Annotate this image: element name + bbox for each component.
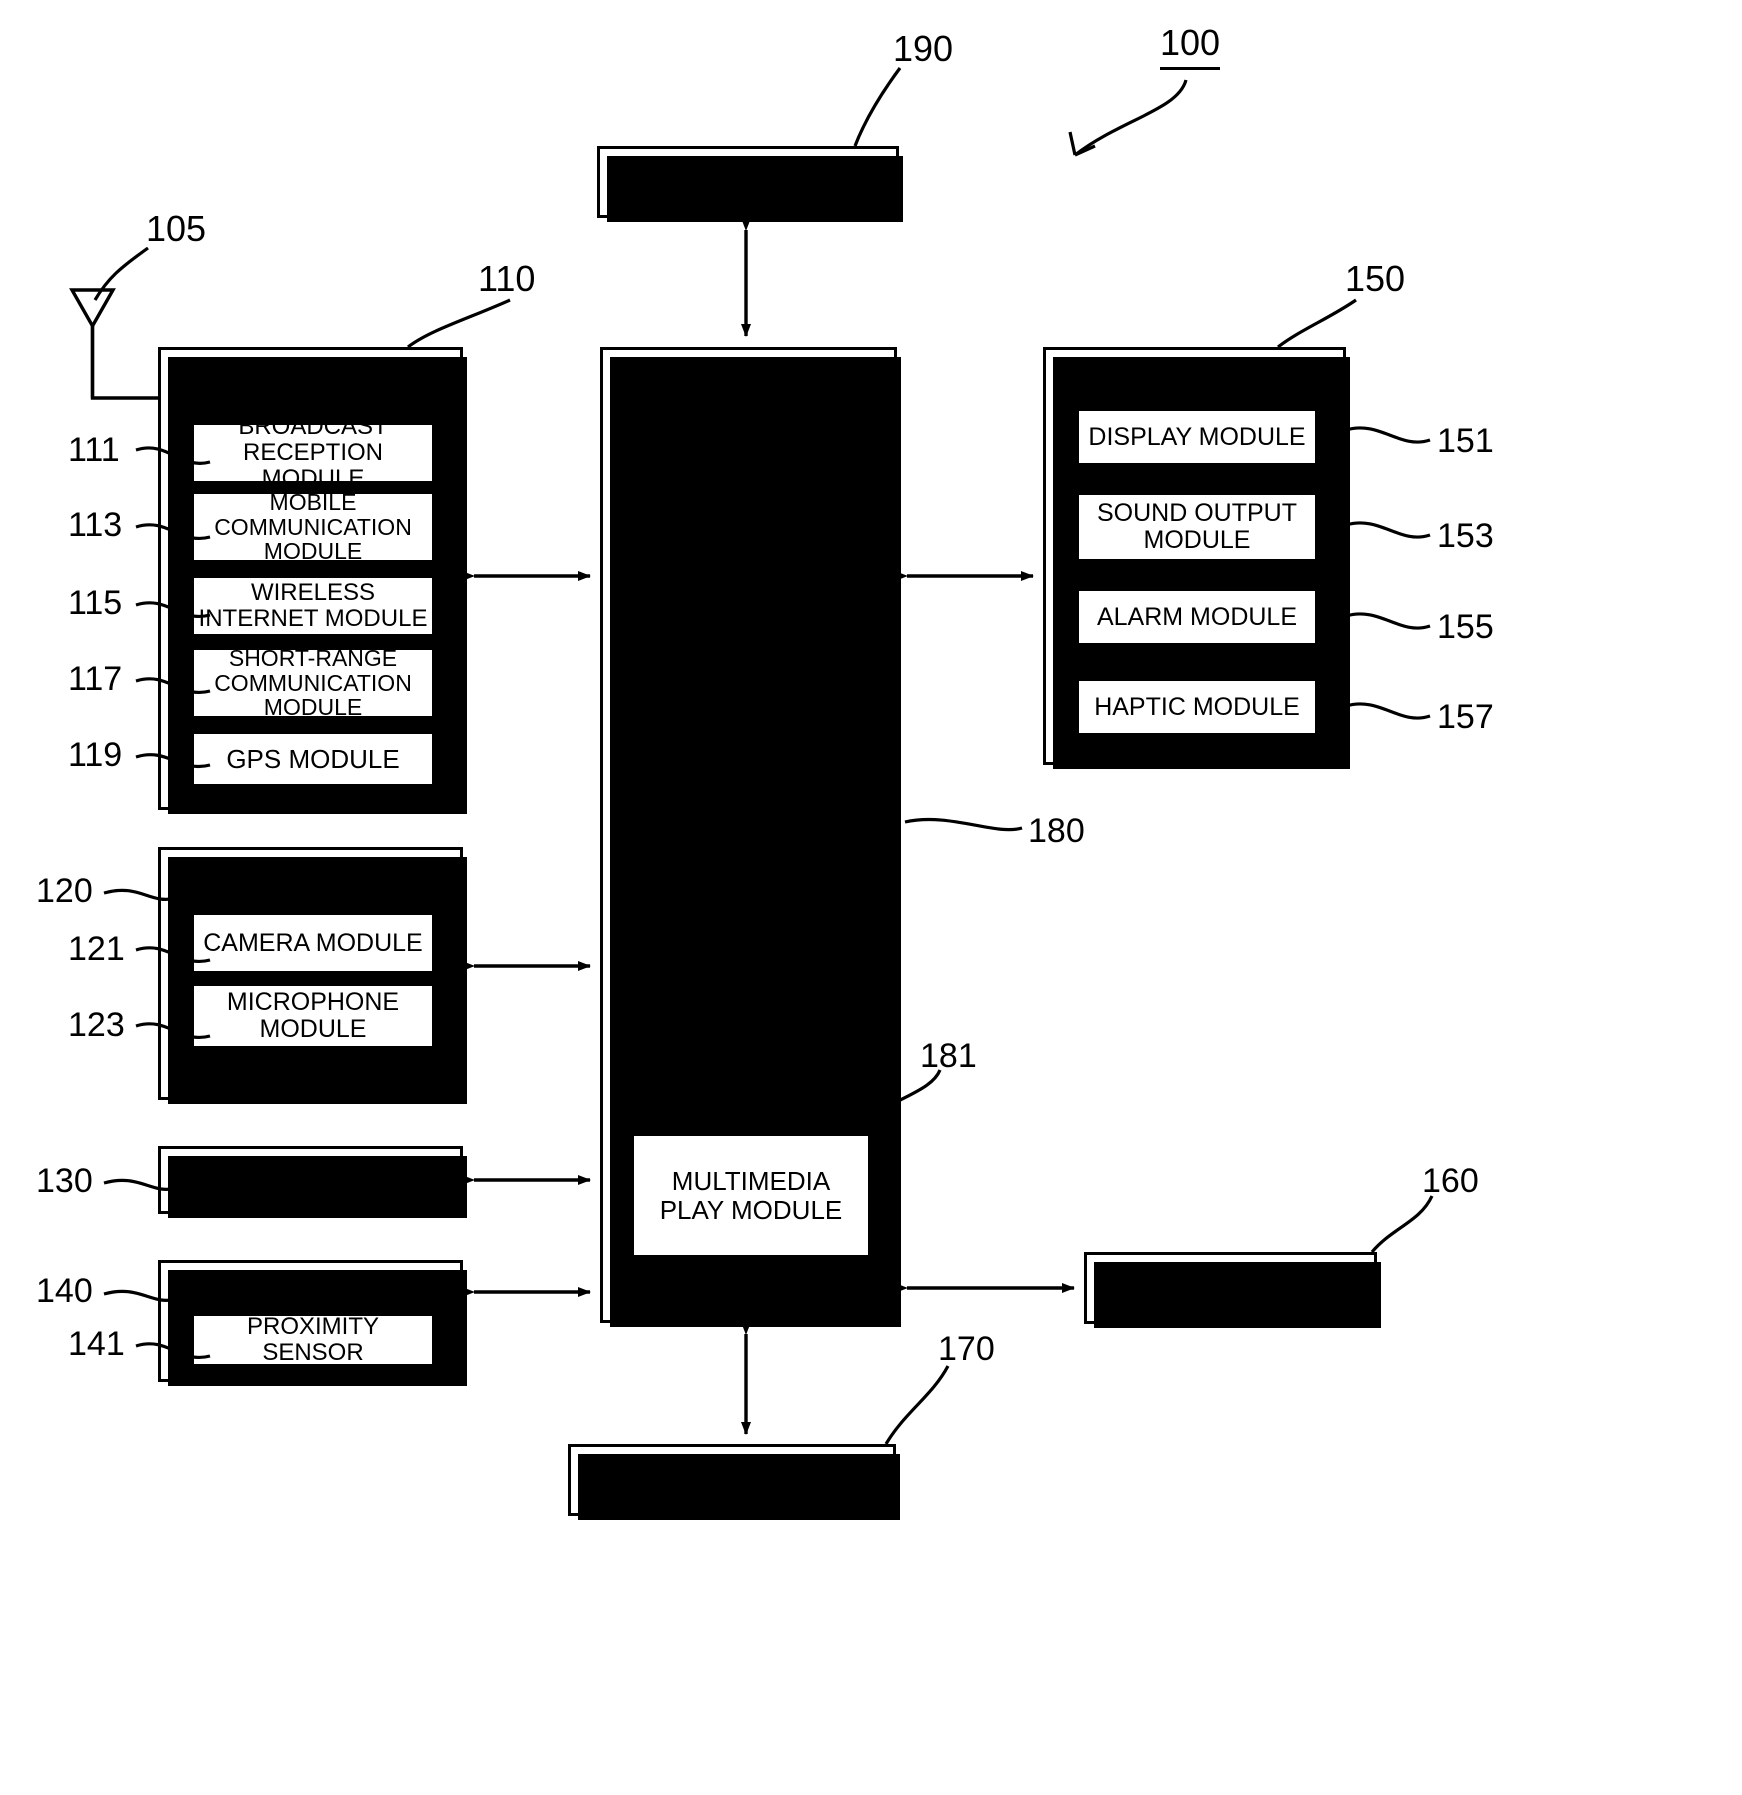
haptic-module: HAPTIC MODULE	[1076, 678, 1318, 736]
ref-105: 105	[146, 208, 207, 249]
output-unit-container: OUTPUT UNIT DISPLAY MODULE SOUND OUTPUT …	[1043, 347, 1350, 769]
sensing-unit-container: SENSING UNIT PROXIMITY SENSOR	[158, 1260, 467, 1386]
av-input-unit-container: A/V INPUT UNIT CAMERA MODULE MICROPHONE …	[158, 847, 467, 1104]
user-input-unit-block: USER INPUT UNIT	[158, 1146, 467, 1218]
ref-113: 113	[68, 506, 123, 544]
camera-module: CAMERA MODULE	[191, 912, 435, 974]
ref-150: 150	[1345, 258, 1406, 299]
ref-157: 157	[1437, 698, 1494, 736]
ref-170: 170	[938, 1330, 995, 1368]
interface-unit-label: INTERFACE UNIT	[616, 1463, 848, 1495]
av-input-unit-title: A/V INPUT UNIT	[205, 859, 416, 890]
ref-153: 153	[1437, 517, 1494, 555]
output-unit-title: OUTPUT UNIT	[1100, 361, 1289, 392]
sensing-unit-title: SENSING UNIT	[210, 1270, 411, 1301]
ref-121: 121	[68, 930, 125, 968]
display-module: DISPLAY MODULE	[1076, 408, 1318, 466]
interface-unit-block: INTERFACE UNIT	[568, 1444, 900, 1520]
ref-120: 120	[36, 872, 93, 910]
ref-155: 155	[1437, 608, 1494, 646]
ref-141: 141	[68, 1325, 125, 1363]
wireless-internet-module: WIRELESS INTERNET MODULE	[191, 575, 435, 637]
ref-190: 190	[893, 28, 954, 69]
proximity-sensor-module: PROXIMITY SENSOR	[191, 1313, 435, 1367]
ref-110: 110	[478, 258, 536, 299]
sound-output-module: SOUND OUTPUT MODULE	[1076, 492, 1318, 562]
microphone-module: MICROPHONE MODULE	[191, 983, 435, 1049]
ref-100: 100	[1160, 22, 1221, 70]
control-unit-container: CONTROL UNIT MULTIMEDIA PLAY MODULE	[600, 347, 901, 1327]
ref-123: 123	[68, 1006, 125, 1044]
ref-140: 140	[36, 1272, 93, 1310]
memory-block: MEMORY	[1084, 1252, 1381, 1328]
ref-117: 117	[68, 660, 123, 698]
gps-module: GPS MODULE	[191, 731, 435, 787]
patent-figure: 100 POWER SUPPLY UNIT 190 105 110 WIRELE…	[0, 0, 1742, 1795]
memory-label: MEMORY	[1167, 1271, 1294, 1303]
short-range-communication-module: SHORT-RANGE COMMUNICATION MODULE	[191, 645, 435, 720]
ref-180: 180	[1028, 812, 1085, 850]
ref-160: 160	[1422, 1162, 1479, 1200]
antenna-icon	[69, 288, 158, 400]
ref-111: 111	[68, 431, 120, 469]
ref-151: 151	[1437, 422, 1494, 460]
ref-115: 115	[68, 584, 123, 622]
control-unit-label: CONTROL UNIT	[644, 809, 853, 840]
mobile-communication-module: MOBILE COMMUNICATION MODULE	[191, 489, 435, 564]
wireless-communication-unit-container: WIRELESS COMMUNICATION UNIT BROADCAST RE…	[158, 347, 467, 814]
multimedia-play-module: MULTIMEDIA PLAY MODULE	[631, 1133, 871, 1258]
ref-119: 119	[68, 736, 123, 774]
power-supply-unit-block: POWER SUPPLY UNIT	[597, 146, 903, 222]
alarm-module: ALARM MODULE	[1076, 588, 1318, 646]
ref-130: 130	[36, 1162, 93, 1200]
ref-181: 181	[920, 1037, 977, 1075]
broadcast-reception-module: BROADCAST RECEPTION MODULE	[191, 414, 435, 491]
power-supply-unit-label: POWER SUPPLY UNIT	[637, 150, 859, 212]
user-input-unit-label: USER INPUT UNIT	[189, 1163, 432, 1195]
